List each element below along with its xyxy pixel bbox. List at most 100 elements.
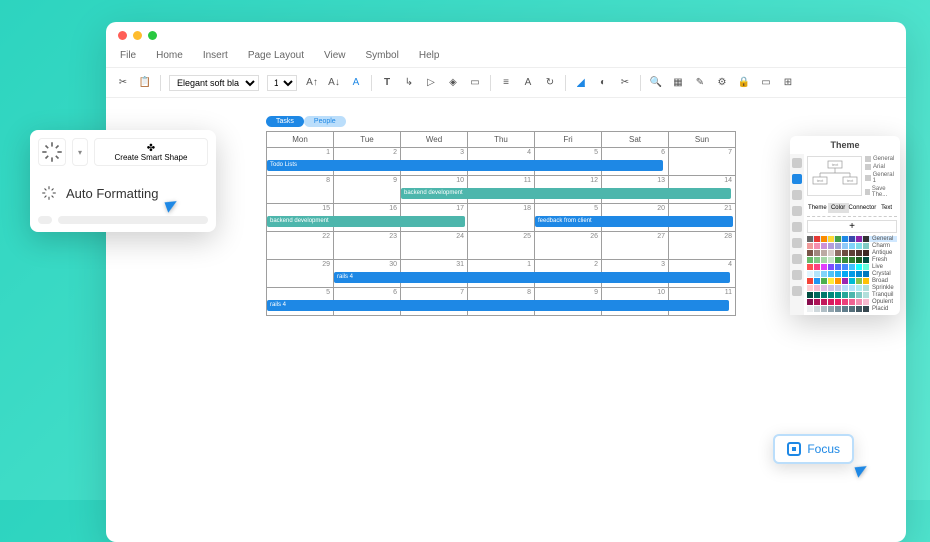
lock-icon[interactable]: 🔒 bbox=[737, 76, 751, 90]
auto-formatting-button[interactable]: Auto Formatting bbox=[38, 178, 208, 208]
side-icon-5[interactable] bbox=[792, 222, 802, 232]
add-theme-button[interactable]: + bbox=[807, 220, 897, 233]
palette-sprinkle[interactable]: Sprinkle bbox=[807, 285, 897, 291]
maximize-dot[interactable] bbox=[148, 31, 157, 40]
create-smart-shape-button[interactable]: ✤ Create Smart Shape bbox=[94, 138, 208, 166]
cal-cell[interactable]: 17 bbox=[401, 204, 468, 232]
side-icon-8[interactable] bbox=[792, 270, 802, 280]
menu-symbol[interactable]: Symbol bbox=[366, 50, 399, 61]
theme-tab-theme[interactable]: Theme bbox=[807, 203, 828, 213]
side-icon-2[interactable] bbox=[792, 174, 802, 184]
side-icon-4[interactable] bbox=[792, 206, 802, 216]
palette-live[interactable]: Live bbox=[807, 264, 897, 270]
side-icon-6[interactable] bbox=[792, 238, 802, 248]
cal-cell[interactable]: 1Todo Lists bbox=[267, 148, 334, 176]
settings-icon[interactable]: ⚙ bbox=[715, 76, 729, 90]
cal-cell[interactable]: 3 bbox=[602, 260, 669, 288]
cal-cell[interactable]: 18 bbox=[468, 204, 535, 232]
cal-cell[interactable]: 27 bbox=[602, 232, 669, 260]
cal-cell[interactable]: 24 bbox=[401, 232, 468, 260]
cal-cell[interactable]: 2 bbox=[334, 148, 401, 176]
rotate-icon[interactable]: ↻ bbox=[543, 76, 557, 90]
dash-icon[interactable]: ▭ bbox=[759, 76, 773, 90]
cal-cell[interactable]: 15backend development bbox=[267, 204, 334, 232]
decrease-font-icon[interactable]: A↓ bbox=[327, 76, 341, 90]
cal-cell[interactable]: 10backend development bbox=[401, 176, 468, 204]
spark-icon[interactable] bbox=[38, 138, 66, 166]
palette-placid[interactable]: Placid bbox=[807, 306, 897, 312]
palette-crystal[interactable]: Crystal bbox=[807, 271, 897, 277]
cal-cell[interactable]: 25 bbox=[468, 232, 535, 260]
tab-tasks[interactable]: Tasks bbox=[266, 116, 304, 127]
cal-cell[interactable]: 7 bbox=[669, 148, 736, 176]
side-icon-1[interactable] bbox=[792, 158, 802, 168]
cal-cell[interactable]: 30rails 4 bbox=[334, 260, 401, 288]
minimize-dot[interactable] bbox=[133, 31, 142, 40]
menu-home[interactable]: Home bbox=[156, 50, 183, 61]
pen-icon[interactable]: ✎ bbox=[693, 76, 707, 90]
search-icon[interactable]: 🔍 bbox=[649, 76, 663, 90]
cal-cell[interactable]: 1 bbox=[468, 260, 535, 288]
increase-font-icon[interactable]: A↑ bbox=[305, 76, 319, 90]
preview-item[interactable]: Arial bbox=[865, 164, 897, 170]
side-icon-7[interactable] bbox=[792, 254, 802, 264]
palette-fresh[interactable]: Fresh bbox=[807, 257, 897, 263]
cal-cell[interactable]: 6 bbox=[334, 288, 401, 316]
auto-format-slider[interactable] bbox=[38, 216, 208, 224]
cal-cell[interactable]: 20 bbox=[602, 204, 669, 232]
cal-cell[interactable]: 5feedback from client bbox=[535, 204, 602, 232]
cal-cell[interactable]: 11 bbox=[468, 176, 535, 204]
menu-page-layout[interactable]: Page Layout bbox=[248, 50, 304, 61]
cal-cell[interactable]: 2 bbox=[535, 260, 602, 288]
theme-tab-text[interactable]: Text bbox=[876, 203, 897, 213]
cal-cell[interactable]: 9 bbox=[535, 288, 602, 316]
font-icon[interactable]: A bbox=[521, 76, 535, 90]
align-left-icon[interactable]: ≡ bbox=[499, 76, 513, 90]
preview-item[interactable]: General 1 bbox=[865, 172, 897, 184]
cal-cell[interactable]: 6 bbox=[602, 148, 669, 176]
cal-cell[interactable]: 5rails 4 bbox=[267, 288, 334, 316]
cal-cell[interactable]: 13 bbox=[602, 176, 669, 204]
palette-tranquil[interactable]: Tranquil bbox=[807, 292, 897, 298]
cal-cell[interactable]: 8 bbox=[267, 176, 334, 204]
cal-cell[interactable]: 14 bbox=[669, 176, 736, 204]
cal-cell[interactable]: 12 bbox=[535, 176, 602, 204]
cal-cell[interactable]: 31 bbox=[401, 260, 468, 288]
cal-cell[interactable]: 8 bbox=[468, 288, 535, 316]
size-select[interactable]: 12 bbox=[267, 75, 297, 91]
side-icon-9[interactable] bbox=[792, 286, 802, 296]
cal-cell[interactable]: 23 bbox=[334, 232, 401, 260]
tab-people[interactable]: People bbox=[304, 116, 346, 127]
cal-cell[interactable]: 16 bbox=[334, 204, 401, 232]
preview-item[interactable]: General bbox=[865, 156, 897, 162]
canvas[interactable]: Tasks People MonTueWedThuFriSatSun 1Todo… bbox=[106, 98, 906, 334]
theme-tab-connector[interactable]: Connector bbox=[849, 203, 877, 213]
font-select[interactable]: Elegant soft black bbox=[169, 75, 259, 91]
palette-antique[interactable]: Antique bbox=[807, 250, 897, 256]
palette-general[interactable]: General bbox=[807, 236, 897, 242]
cal-cell[interactable]: 11 bbox=[669, 288, 736, 316]
menu-insert[interactable]: Insert bbox=[203, 50, 228, 61]
crop-icon[interactable]: ✂ bbox=[618, 76, 632, 90]
cal-cell[interactable]: 10 bbox=[602, 288, 669, 316]
preview-item[interactable]: Save The... bbox=[865, 186, 897, 198]
focus-button[interactable]: Focus bbox=[773, 434, 854, 464]
cal-cell[interactable]: 3 bbox=[401, 148, 468, 176]
palette-opulent[interactable]: Opulent bbox=[807, 299, 897, 305]
cal-cell[interactable]: 26 bbox=[535, 232, 602, 260]
text-icon[interactable]: T bbox=[380, 76, 394, 90]
close-dot[interactable] bbox=[118, 31, 127, 40]
chevron-down-icon[interactable]: ▾ bbox=[72, 138, 88, 166]
cal-cell[interactable]: 5 bbox=[535, 148, 602, 176]
effects-icon[interactable]: ◐ bbox=[596, 76, 610, 90]
palette-charm[interactable]: Charm bbox=[807, 243, 897, 249]
layers-icon[interactable]: ◈ bbox=[446, 76, 460, 90]
cal-cell[interactable]: 4 bbox=[669, 260, 736, 288]
menu-file[interactable]: File bbox=[120, 50, 136, 61]
cut-icon[interactable]: ✂ bbox=[116, 76, 130, 90]
theme-tab-color[interactable]: Color bbox=[828, 203, 849, 213]
fill-icon[interactable]: ◢ bbox=[574, 76, 588, 90]
shape-icon[interactable]: ▭ bbox=[468, 76, 482, 90]
table-icon[interactable]: ▦ bbox=[671, 76, 685, 90]
paste-icon[interactable]: 📋 bbox=[138, 76, 152, 90]
